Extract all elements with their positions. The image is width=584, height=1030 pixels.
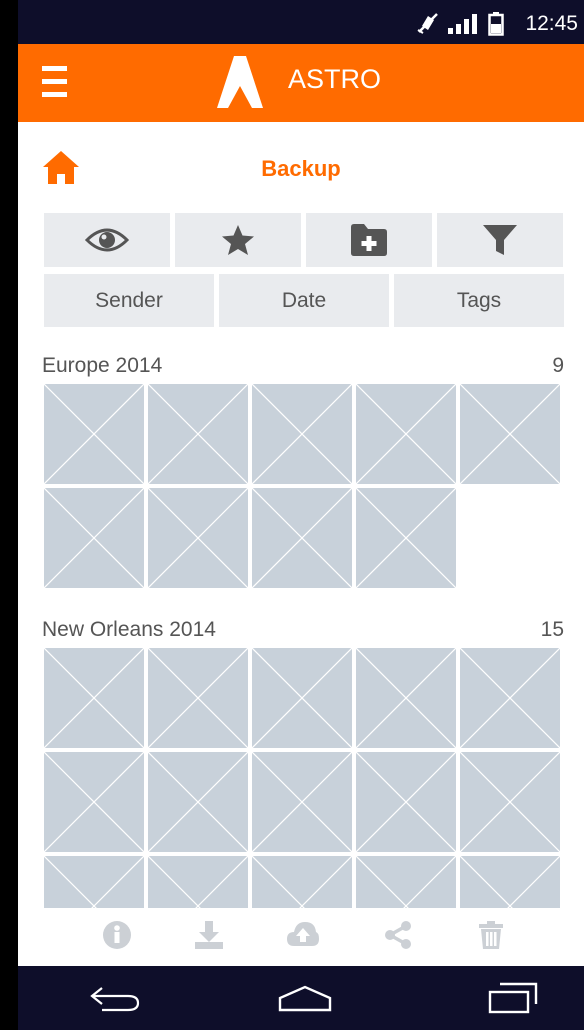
- photo-thumbnail[interactable]: [44, 856, 144, 908]
- status-bar: 12:45: [18, 0, 584, 44]
- photo-grid: [44, 384, 566, 588]
- photo-thumbnail[interactable]: [252, 488, 352, 588]
- astro-logo-icon: [217, 56, 263, 108]
- photo-grid: [44, 648, 566, 908]
- info-icon[interactable]: [102, 920, 132, 950]
- image-placeholder-icon: [44, 752, 144, 852]
- signal-icon: [448, 14, 477, 34]
- image-placeholder-icon: [356, 648, 456, 748]
- sort-date-button[interactable]: Date: [219, 274, 389, 327]
- download-icon[interactable]: [194, 920, 224, 950]
- image-placeholder-icon: [460, 752, 560, 852]
- image-placeholder-icon: [148, 752, 248, 852]
- share-icon[interactable]: [384, 920, 412, 950]
- app-title: ASTRO: [288, 64, 382, 94]
- group-title: New Orleans 2014: [42, 618, 216, 641]
- photo-thumbnail[interactable]: [148, 752, 248, 852]
- photo-thumbnail[interactable]: [356, 384, 456, 484]
- view-icon: [85, 228, 129, 252]
- clock: 12:45: [525, 12, 578, 35]
- photo-thumbnail[interactable]: [44, 488, 144, 588]
- photo-thumbnail[interactable]: [44, 384, 144, 484]
- image-placeholder-icon: [44, 856, 144, 908]
- image-placeholder-icon: [252, 488, 352, 588]
- favorite-button[interactable]: [175, 213, 301, 267]
- filter-icon: [483, 225, 517, 255]
- image-placeholder-icon: [356, 856, 456, 908]
- photo-thumbnail[interactable]: [252, 648, 352, 748]
- photo-thumbnail[interactable]: [460, 856, 560, 908]
- menu-icon[interactable]: [42, 66, 67, 100]
- photo-thumbnail[interactable]: [252, 384, 352, 484]
- home-nav-icon[interactable]: [277, 984, 333, 1012]
- photo-thumbnail[interactable]: [356, 488, 456, 588]
- image-placeholder-icon: [460, 384, 560, 484]
- photo-thumbnail[interactable]: [148, 488, 248, 588]
- image-placeholder-icon: [252, 384, 352, 484]
- sort-sender-button[interactable]: Sender: [44, 274, 214, 327]
- image-placeholder-icon: [356, 752, 456, 852]
- photo-thumbnail[interactable]: [252, 752, 352, 852]
- battery-icon: [488, 12, 504, 36]
- navigation-bar: [18, 966, 584, 1030]
- group-title: Europe 2014: [42, 354, 163, 377]
- filter-button[interactable]: [437, 213, 563, 267]
- photo-thumbnail[interactable]: [44, 752, 144, 852]
- toolbar: [44, 213, 564, 267]
- photo-thumbnail[interactable]: [460, 384, 560, 484]
- add-folder-icon: [351, 224, 387, 256]
- image-placeholder-icon: [356, 488, 456, 588]
- image-placeholder-icon: [460, 648, 560, 748]
- photo-thumbnail[interactable]: [460, 752, 560, 852]
- group-count: 9: [552, 354, 564, 377]
- image-placeholder-icon: [356, 384, 456, 484]
- view-button[interactable]: [44, 213, 170, 267]
- image-placeholder-icon: [148, 384, 248, 484]
- favorite-icon: [222, 225, 254, 255]
- image-placeholder-icon: [44, 648, 144, 748]
- image-placeholder-icon: [148, 856, 248, 908]
- image-placeholder-icon: [252, 856, 352, 908]
- group-header: Europe 2014 9: [42, 354, 564, 378]
- add-folder-button[interactable]: [306, 213, 432, 267]
- action-bar: [18, 908, 584, 966]
- photo-thumbnail[interactable]: [252, 856, 352, 908]
- image-placeholder-icon: [460, 856, 560, 908]
- screen: 12:45 ASTRO Backup Sender Date Tags Euro…: [18, 0, 584, 1030]
- group-count: 15: [540, 618, 564, 641]
- photo-thumbnail[interactable]: [356, 752, 456, 852]
- photo-thumbnail[interactable]: [356, 856, 456, 908]
- sort-row: Sender Date Tags: [44, 274, 564, 327]
- photo-thumbnail[interactable]: [44, 648, 144, 748]
- image-placeholder-icon: [44, 384, 144, 484]
- image-placeholder-icon: [44, 488, 144, 588]
- group-header: New Orleans 2014 15: [42, 618, 564, 642]
- delete-icon[interactable]: [478, 920, 504, 950]
- image-placeholder-icon: [148, 488, 248, 588]
- photo-thumbnail[interactable]: [460, 648, 560, 748]
- photo-thumbnail[interactable]: [148, 648, 248, 748]
- location-title: Backup: [261, 156, 341, 181]
- photo-thumbnail[interactable]: [148, 856, 248, 908]
- upload-icon[interactable]: [286, 920, 320, 948]
- mute-icon: [417, 13, 438, 34]
- image-placeholder-icon: [252, 752, 352, 852]
- app-bar: ASTRO: [18, 44, 584, 122]
- image-placeholder-icon: [148, 648, 248, 748]
- sort-tags-button[interactable]: Tags: [394, 274, 564, 327]
- image-placeholder-icon: [252, 648, 352, 748]
- photo-thumbnail[interactable]: [356, 648, 456, 748]
- back-icon[interactable]: [88, 984, 142, 1014]
- photo-thumbnail[interactable]: [148, 384, 248, 484]
- recents-icon[interactable]: [488, 982, 538, 1016]
